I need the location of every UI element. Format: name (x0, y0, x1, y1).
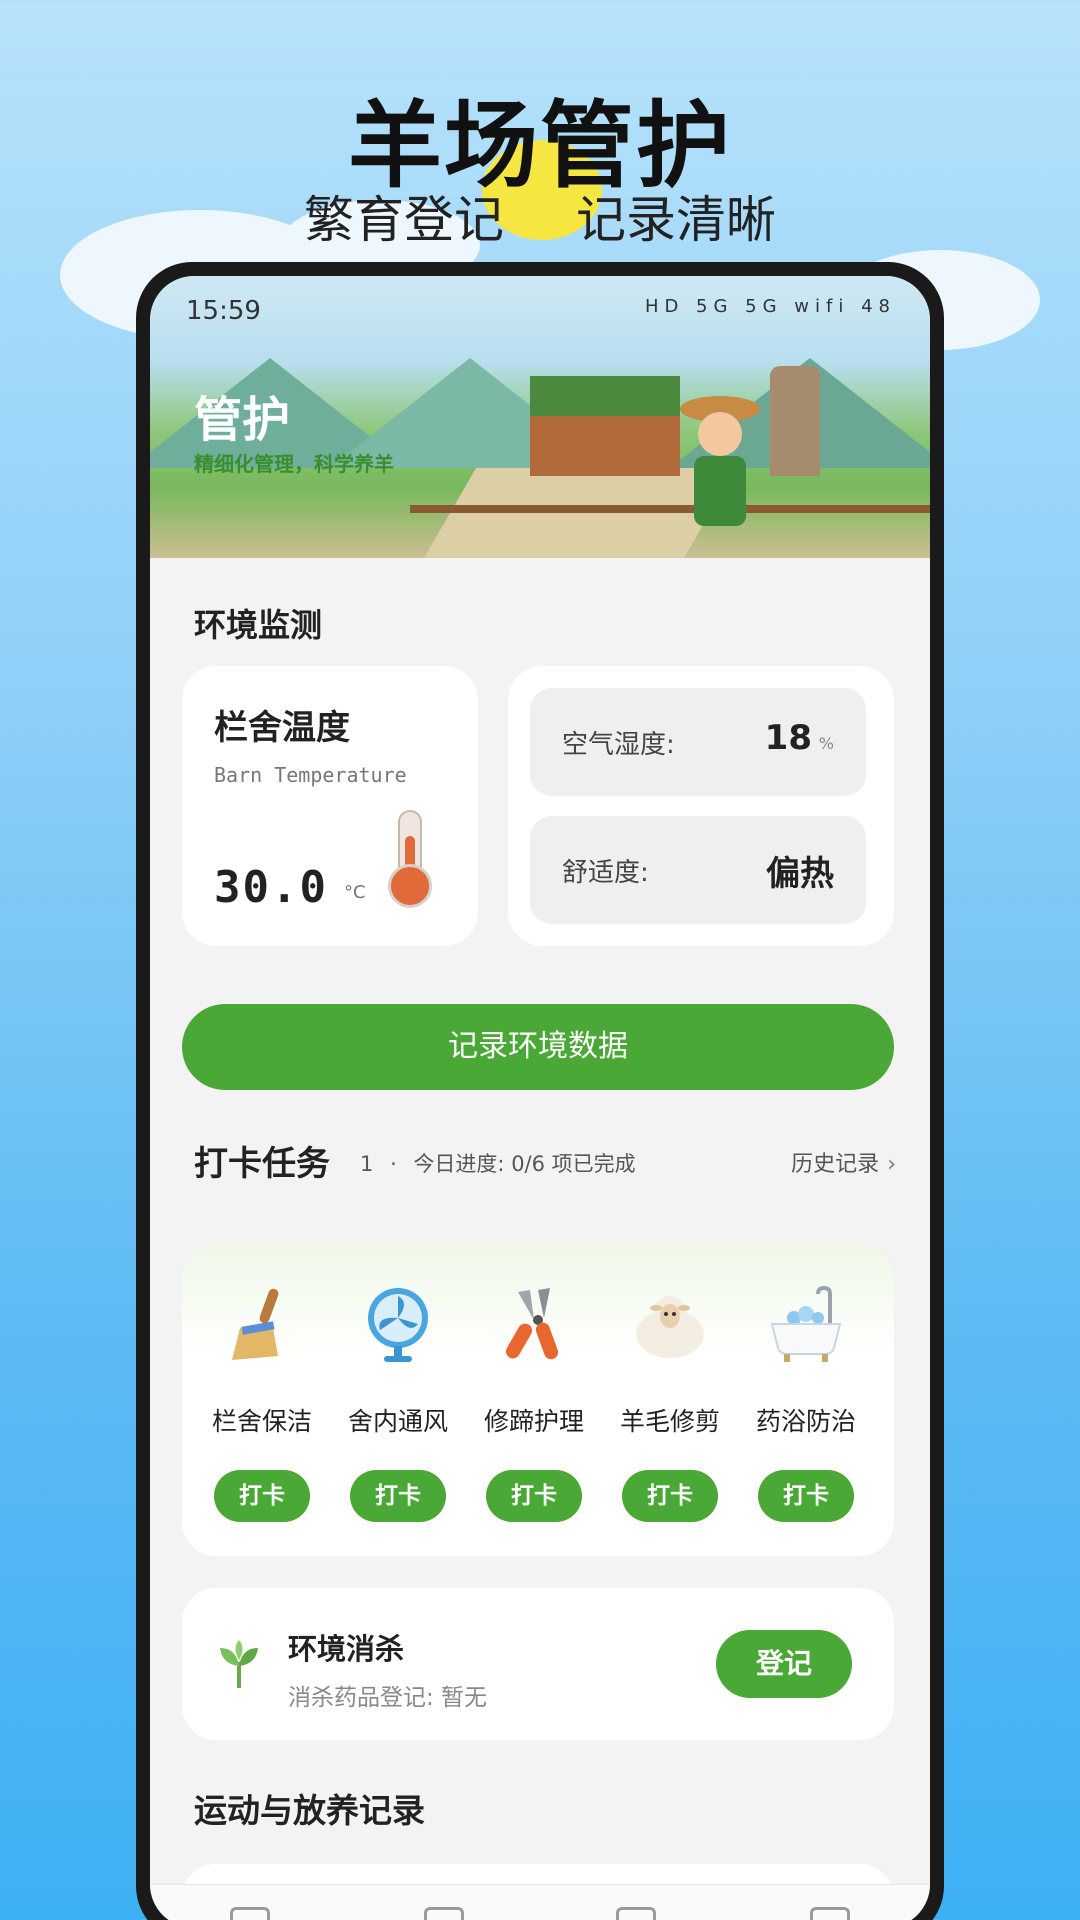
humidity-unit: % (818, 734, 834, 753)
comfort-metric: 舒适度: 偏热 (530, 816, 866, 924)
bottom-tab-bar (150, 1884, 930, 1920)
task-item: 舍内通风 打卡 (338, 1284, 458, 1534)
task-name: 羊毛修剪 (619, 1407, 720, 1436)
task-name: 药浴防治 (755, 1407, 856, 1436)
checkin-button[interactable]: 打卡 (622, 1470, 718, 1522)
history-label: 历史记录 (791, 1152, 880, 1177)
history-link[interactable]: 历史记录 › (791, 1146, 896, 1178)
temperature-unit: °C (344, 882, 366, 903)
fan-icon (368, 1288, 428, 1362)
tab-herd-icon[interactable] (424, 1907, 464, 1920)
banner-subtitle: 精细化管理，科学养羊 (194, 452, 394, 476)
task-item: 药浴防治 打卡 (746, 1284, 866, 1534)
tasks-section-title: 打卡任务 (194, 1144, 330, 1184)
status-time: 15:59 (186, 296, 261, 326)
disinfection-subtitle: 消杀药品登记: 暂无 (288, 1685, 488, 1711)
pliers-icon (506, 1288, 559, 1360)
temperature-value: 30.0 (214, 862, 328, 913)
task-name: 舍内通风 (347, 1407, 448, 1436)
fence-illustration (410, 505, 930, 513)
tab-records-icon[interactable] (616, 1907, 656, 1920)
header-banner: 15:59 HD 5G 5G wifi 48 管护 精细化管理，科学养羊 (150, 276, 930, 558)
humidity-value: 18 (764, 718, 812, 758)
task-name: 修蹄护理 (483, 1407, 584, 1436)
sheep-icon (636, 1296, 704, 1358)
tasks-count: 1 (360, 1152, 374, 1176)
record-environment-button[interactable]: 记录环境数据 (182, 1004, 894, 1090)
humidity-metric: 空气湿度: 18 % (530, 688, 866, 796)
banner-title: 管护 (194, 392, 291, 448)
temperature-label-en: Barn Temperature (214, 763, 407, 787)
humidity-label: 空气湿度: (562, 730, 675, 760)
checkin-button[interactable]: 打卡 (758, 1470, 854, 1522)
checkin-button[interactable]: 打卡 (214, 1470, 310, 1522)
disinfection-card: 环境消杀 消杀药品登记: 暂无 登记 (182, 1588, 894, 1740)
tasks-separator: · (390, 1152, 397, 1176)
silo-illustration (770, 366, 820, 476)
task-item: 羊毛修剪 打卡 (610, 1284, 730, 1534)
farmhouse-illustration (530, 376, 680, 476)
promo-subtitle-right: 记录清晰 (575, 191, 776, 249)
temperature-card: 栏舍温度 Barn Temperature 30.0 °C (182, 666, 478, 946)
chevron-right-icon: › (887, 1152, 896, 1177)
tab-profile-icon[interactable] (810, 1907, 850, 1920)
register-button[interactable]: 登记 (716, 1630, 852, 1698)
status-bar: 15:59 HD 5G 5G wifi 48 (150, 276, 930, 336)
tasks-card: 栏舍保洁 打卡 舍内通风 打卡 修蹄护理 打卡 羊毛修剪 打卡 药浴防治 打卡 (182, 1244, 894, 1556)
farmer-illustration (680, 396, 760, 546)
tasks-progress: 1 · 今日进度: 0/6 项已完成 (360, 1148, 636, 1178)
temperature-label: 栏舍温度 (214, 708, 350, 748)
checkin-button[interactable]: 打卡 (350, 1470, 446, 1522)
exercise-section-title: 运动与放养记录 (194, 1791, 425, 1830)
thermometer-icon (382, 810, 442, 910)
bathtub-icon (770, 1285, 842, 1362)
leaf-icon (220, 1640, 258, 1688)
promo-subtitle: 繁育登记 记录清晰 (0, 180, 1080, 252)
promo-subtitle-left: 繁育登记 (304, 191, 505, 249)
tasks-progress-text: 今日进度: 0/6 项已完成 (413, 1152, 636, 1176)
phone-frame: 15:59 HD 5G 5G wifi 48 管护 精细化管理，科学养羊 环境监… (136, 262, 944, 1920)
checkin-button[interactable]: 打卡 (486, 1470, 582, 1522)
disinfection-title: 环境消杀 (288, 1632, 405, 1666)
app-screen: 15:59 HD 5G 5G wifi 48 管护 精细化管理，科学养羊 环境监… (150, 276, 930, 1920)
status-icons: HD 5G 5G wifi 48 (644, 296, 896, 317)
task-name: 栏舍保洁 (211, 1407, 312, 1436)
tab-home-icon[interactable] (230, 1907, 270, 1920)
environment-metrics-card: 空气湿度: 18 % 舒适度: 偏热 (508, 666, 894, 946)
comfort-value: 偏热 (766, 854, 834, 894)
task-item: 栏舍保洁 打卡 (202, 1284, 322, 1534)
broom-icon (232, 1288, 279, 1360)
task-item: 修蹄护理 打卡 (474, 1284, 594, 1534)
comfort-label: 舒适度: (562, 858, 649, 888)
environment-section-title: 环境监测 (194, 606, 323, 644)
